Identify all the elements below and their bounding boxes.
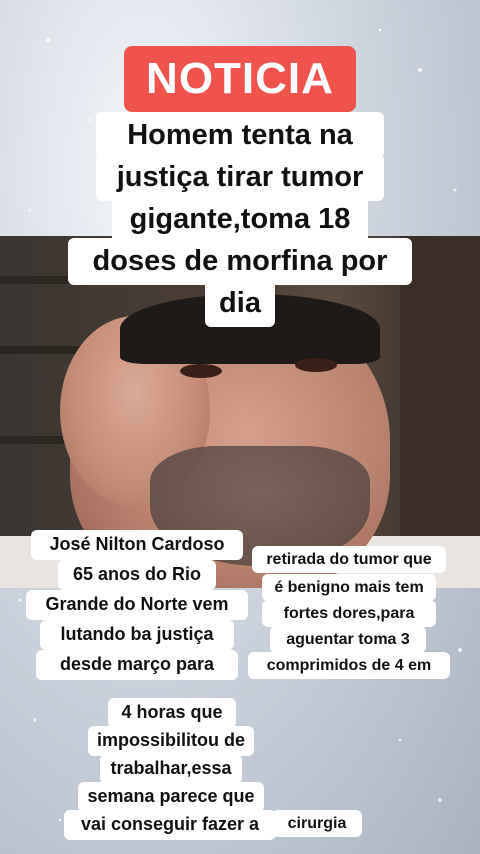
caption-left-5: desde março para	[36, 650, 238, 680]
caption-left-2: 65 anos do Rio	[58, 560, 216, 590]
caption-bottom-4: semana parece que	[78, 782, 264, 812]
caption-bottom-2: impossibilitou de	[88, 726, 254, 756]
headline-line-5: dia	[205, 280, 275, 327]
noticia-badge: NOTICIA	[124, 46, 356, 112]
caption-last: cirurgia	[272, 810, 362, 838]
headline-line-4: doses de morfina por	[68, 238, 412, 285]
left-eye	[180, 364, 222, 378]
right-eye	[295, 358, 337, 372]
caption-left-1: José Nilton Cardoso	[31, 530, 243, 560]
caption-bottom-1: 4 horas que	[108, 698, 236, 728]
headline-line-2: justiça tirar tumor	[96, 154, 384, 201]
caption-right-2: é benigno mais tem	[262, 574, 436, 602]
caption-left-4: lutando ba justiça	[40, 620, 234, 650]
caption-right-5: comprimidos de 4 em	[248, 652, 450, 680]
caption-right-3: fortes dores,para	[262, 600, 436, 628]
caption-right-1: retirada do tumor que	[252, 546, 446, 574]
headline-line-3: gigante,toma 18	[112, 196, 368, 243]
caption-bottom-3: trabalhar,essa	[100, 754, 242, 784]
caption-left-3: Grande do Norte vem	[26, 590, 248, 620]
headline-line-1: Homem tenta na	[96, 112, 384, 159]
caption-right-4: aguentar toma 3	[270, 626, 426, 654]
caption-bottom-5: vai conseguir fazer a	[64, 810, 276, 840]
